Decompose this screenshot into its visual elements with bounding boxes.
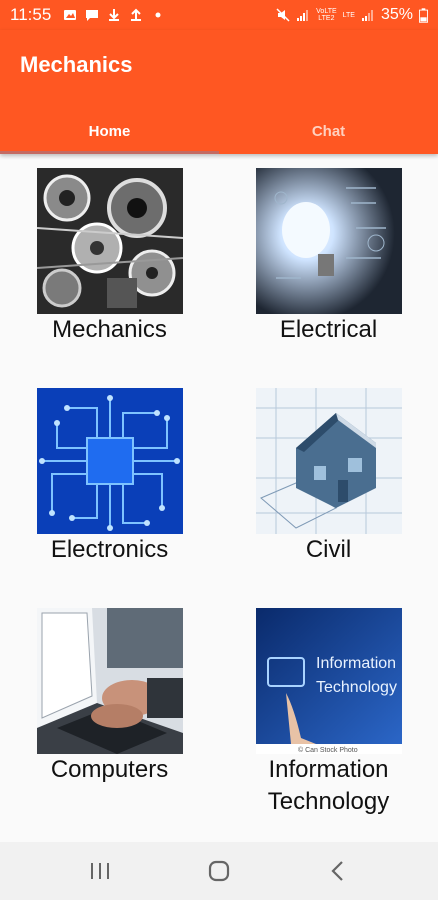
- laptop-typing-image: [37, 608, 183, 754]
- home-icon: [208, 860, 230, 882]
- volte-text: VoLTE: [316, 8, 337, 15]
- status-right: VoLTE LTE2 LTE 35%: [276, 6, 428, 24]
- light-bulb-image: [256, 168, 402, 314]
- signal-1-icon: [297, 10, 309, 21]
- tab-home-label: Home: [88, 122, 131, 140]
- battery-percent: 35%: [380, 6, 413, 23]
- app-title: Mechanics: [20, 52, 133, 77]
- category-label: Mechanics: [52, 316, 167, 343]
- category-label-line1: Information: [268, 756, 389, 783]
- tab-bar: Home Chat: [0, 108, 438, 154]
- status-bar: 11:55 VoLTE LTE2 LTE 35%: [0, 0, 438, 30]
- category-label: Computers: [50, 756, 169, 783]
- screen: 11:55 VoLTE LTE2 LTE 35% Mechanics Home …: [0, 0, 438, 900]
- lte2-text: LTE2: [318, 15, 335, 22]
- house-blueprint-image: [256, 388, 402, 534]
- circuit-board-image: [37, 388, 183, 534]
- category-label-line2: Technology: [267, 788, 390, 815]
- it-caption-line2: Technology: [316, 679, 397, 696]
- category-label: Electrical: [279, 316, 378, 343]
- volte-label: VoLTE LTE2: [316, 8, 337, 22]
- battery-icon: [419, 7, 428, 23]
- status-left: 11:55: [10, 5, 165, 25]
- recent-apps-button[interactable]: [80, 851, 120, 891]
- download-icon: [109, 9, 120, 21]
- tab-indicator: [0, 151, 219, 154]
- dot-icon: [155, 12, 161, 18]
- message-notification-icon: [86, 10, 99, 21]
- back-button[interactable]: [318, 851, 358, 891]
- upload-icon: [131, 8, 142, 21]
- watermark-text: © Can Stock Photo: [298, 746, 358, 754]
- it-caption-line1: Information: [316, 655, 396, 672]
- tab-home[interactable]: Home: [0, 108, 219, 154]
- lte-label: LTE: [342, 11, 355, 19]
- mute-icon: [276, 8, 290, 22]
- category-label: Information Technology: [219, 754, 438, 818]
- home-button[interactable]: [199, 851, 239, 891]
- app-bar: Mechanics Home Chat: [0, 30, 438, 154]
- category-label: Civil: [305, 536, 352, 563]
- image-notification-icon: [64, 10, 77, 20]
- recent-apps-icon: [90, 863, 109, 879]
- tab-chat[interactable]: Chat: [219, 108, 438, 154]
- back-icon: [331, 861, 344, 881]
- signal-2-icon: [361, 10, 373, 21]
- status-time: 11:55: [10, 5, 52, 24]
- tab-chat-label: Chat: [311, 122, 346, 140]
- information-technology-image: Information Technology © Can Stock Photo: [256, 608, 402, 754]
- engine-image: [37, 168, 183, 314]
- category-label: Electronics: [50, 536, 169, 563]
- navigation-bar: [0, 842, 438, 900]
